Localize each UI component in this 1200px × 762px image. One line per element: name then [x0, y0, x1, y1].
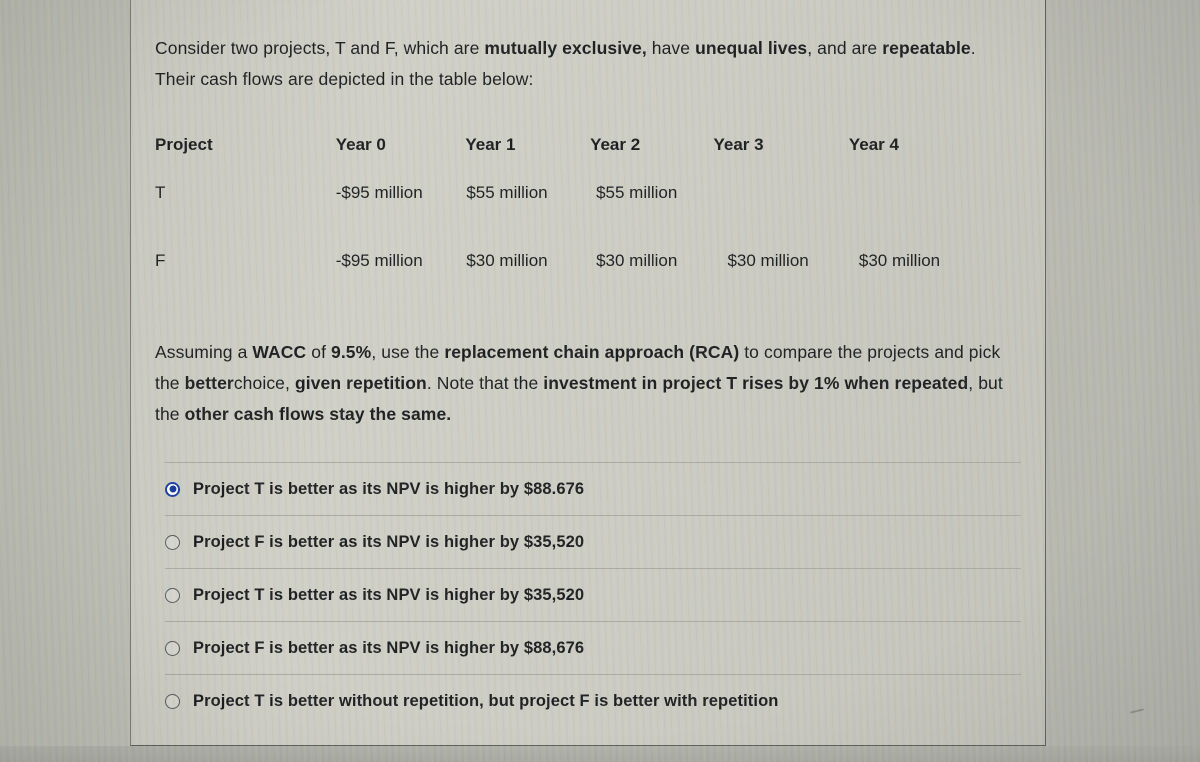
cell-year-2: $55 million: [596, 183, 678, 202]
radio-unselected-icon[interactable]: [165, 640, 180, 656]
instruction-text-segment-11: investment in project T rises by 1% when…: [543, 373, 969, 393]
radio-unselected-icon[interactable]: [165, 587, 180, 603]
answer-option-label: Project F is better as its NPV is higher…: [193, 532, 585, 551]
answer-option-3[interactable]: Project T is better as its NPV is higher…: [165, 568, 1021, 621]
answer-option-4[interactable]: Project F is better as its NPV is higher…: [165, 621, 1021, 674]
instruction-text-segment-3: 9.5%: [331, 342, 372, 362]
instruction-text-segment-4: , use the: [371, 342, 445, 362]
instruction-text-segment-9: given repetition: [294, 373, 427, 393]
left-margin-band: [0, 0, 131, 762]
column-header-year-0: Year 0: [335, 135, 386, 154]
answer-option-label: Project T is better as its NPV is higher…: [193, 585, 585, 604]
answer-option-label: Project F is better as its NPV is higher…: [193, 638, 585, 657]
question-intro-paragraph: Consider two projects, T and F, which ar…: [155, 33, 995, 95]
radio-unselected-icon[interactable]: [165, 693, 180, 709]
column-header-year-2: Year 2: [590, 135, 641, 154]
instruction-text-segment-8: choice,: [233, 373, 295, 393]
cell-year-0: -$95 million: [335, 183, 423, 202]
cell-year-1: $55 million: [466, 183, 548, 202]
cell-year-4: $30 million: [858, 251, 941, 270]
instruction-text-segment-0: Assuming a: [155, 342, 253, 362]
intro-text-segment-4: , and are: [807, 38, 883, 58]
answer-option-label: Project T is better without repetition, …: [193, 691, 779, 710]
column-header-year-1: Year 1: [465, 135, 516, 154]
right-margin-band: [1046, 0, 1200, 762]
radio-unselected-icon[interactable]: [165, 534, 180, 550]
answer-options-list: Project T is better as its NPV is higher…: [165, 462, 1021, 727]
cell-year-3: $30 million: [727, 251, 809, 270]
cell-year-3: [719, 159, 850, 227]
cell-project-name: F: [155, 251, 166, 270]
table-row: T -$95 million $55 million $55 million: [155, 159, 985, 227]
column-header-project: Project: [155, 135, 213, 154]
instruction-text-segment-1: WACC: [252, 342, 307, 362]
answer-option-5[interactable]: Project T is better without repetition, …: [165, 674, 1021, 727]
instruction-text-segment-10: . Note that the: [426, 373, 544, 393]
intro-text-segment-0: Consider two projects, T and F, which ar…: [155, 38, 485, 58]
instruction-text-segment-13: other cash flows stay the same.: [184, 404, 452, 424]
radio-selected-icon[interactable]: [165, 481, 180, 497]
table-row: F -$95 million $30 million $30 million $…: [155, 227, 985, 295]
answer-option-label: Project T is better as its NPV is higher…: [193, 479, 585, 498]
answer-option-2[interactable]: Project F is better as its NPV is higher…: [165, 515, 1021, 568]
cell-year-1: $30 million: [466, 251, 548, 270]
intro-text-segment-1: mutually exclusive,: [484, 38, 647, 58]
question-instruction-paragraph: Assuming a WACC of 9.5%, use the replace…: [155, 337, 1005, 430]
instruction-text-segment-2: of: [306, 342, 332, 362]
instruction-text-segment-7: better: [184, 373, 234, 393]
table-header-row: Project Year 0 Year 1 Year 2 Year 3 Year…: [155, 135, 985, 159]
intro-text-segment-2: have: [646, 38, 696, 58]
instruction-text-segment-5: replacement chain approach (RCA): [444, 342, 740, 362]
cash-flow-table: Project Year 0 Year 1 Year 2 Year 3 Year…: [155, 135, 985, 295]
column-header-year-4: Year 4: [848, 135, 899, 154]
cell-project-name: T: [155, 183, 166, 202]
cell-year-4: [851, 159, 985, 227]
photographed-screen: Consider two projects, T and F, which ar…: [0, 0, 1200, 762]
bottom-margin-band: [0, 746, 1200, 762]
intro-text-segment-3: unequal lives: [695, 38, 808, 58]
column-header-year-3: Year 3: [713, 135, 764, 154]
intro-text-segment-5: repeatable: [882, 38, 971, 58]
cell-year-2: $30 million: [596, 251, 678, 270]
cell-year-0: -$95 million: [335, 251, 423, 270]
answer-option-1[interactable]: Project T is better as its NPV is higher…: [165, 462, 1021, 515]
